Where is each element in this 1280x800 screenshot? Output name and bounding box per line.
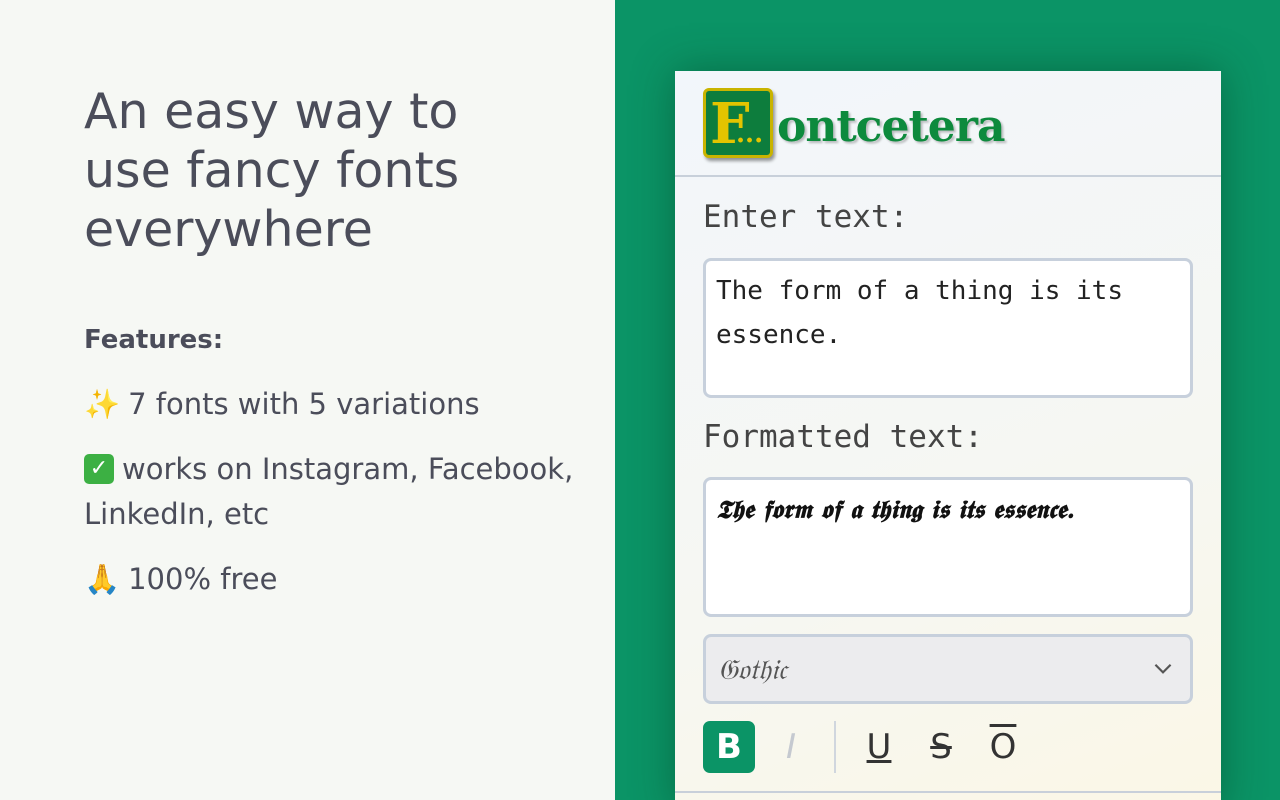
format-toolbar: B I U S O (703, 719, 1193, 779)
promo-panel: An easy way to use fancy fonts everywher… (0, 0, 615, 800)
formatted-text-label: Formatted text: (703, 419, 983, 455)
feature-text: 7 fonts with 5 variations (128, 387, 480, 421)
chevron-down-icon (1154, 663, 1172, 674)
feature-item: ✓ works on Instagram, Facebook, LinkedIn,… (84, 447, 584, 537)
logo-wordmark: ontcetera (777, 101, 1005, 152)
features-title: Features: (84, 325, 224, 355)
font-select-value: 𝔊𝔬𝔱𝔥𝔦𝔠 (718, 653, 787, 686)
logo-mark: F ... (703, 88, 773, 158)
output-textarea[interactable]: 𝕿𝖍𝖊 𝖋𝖔𝖗𝖒 𝖔𝖋 𝖆 𝖙𝖍𝖎𝖓𝖌 𝖎𝖘 𝖎𝖙𝖘 𝖊𝖘𝖘𝖊𝖓𝖈𝖊. (703, 477, 1193, 617)
input-textarea[interactable]: The form of a thing is its essence. (703, 258, 1193, 398)
strikethrough-button[interactable]: S (915, 721, 967, 773)
feature-item: ✨ 7 fonts with 5 variations (84, 382, 584, 427)
overline-button[interactable]: O (977, 721, 1029, 773)
sparkles-icon: ✨ (84, 387, 121, 421)
toolbar-divider (834, 721, 836, 773)
logo-header: F ... ontcetera (675, 71, 1221, 177)
footer-divider (675, 791, 1221, 793)
feature-item: 🙏 100% free (84, 557, 584, 602)
headline: An easy way to use fancy fonts everywher… (84, 83, 460, 258)
enter-text-label: Enter text: (703, 199, 909, 235)
extension-popup: F ... ontcetera Enter text: The form of … (675, 71, 1221, 800)
check-mark-button-icon: ✓ (84, 454, 114, 484)
feature-text: works on Instagram, Facebook, LinkedIn, … (84, 452, 574, 531)
bold-button[interactable]: B (703, 721, 755, 773)
logo-dots: ... (736, 119, 764, 149)
feature-text: 100% free (128, 562, 278, 596)
folded-hands-icon: 🙏 (84, 562, 121, 596)
italic-button[interactable]: I (765, 721, 817, 773)
underline-button[interactable]: U (853, 721, 905, 773)
font-select[interactable]: 𝔊𝔬𝔱𝔥𝔦𝔠 (703, 634, 1193, 704)
